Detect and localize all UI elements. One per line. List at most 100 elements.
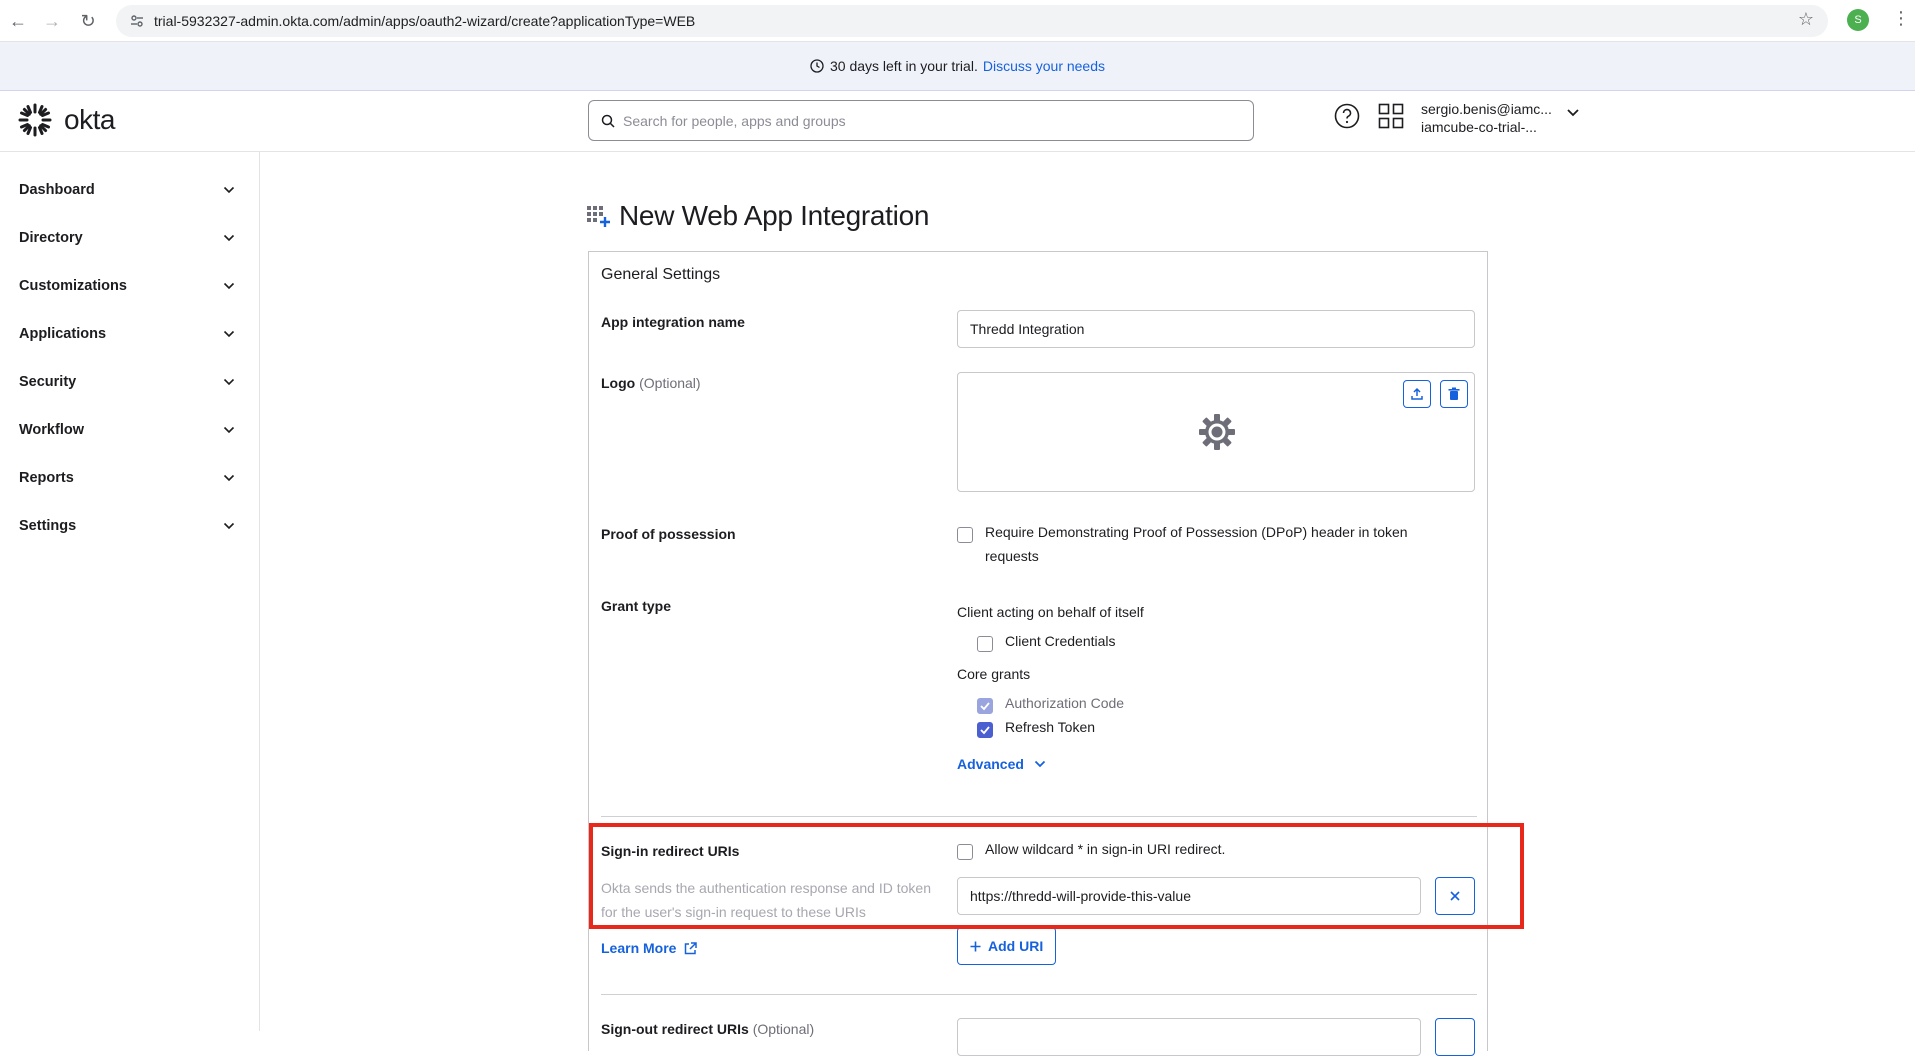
gear-icon: [1199, 414, 1235, 450]
signin-redirect-label: Sign-in redirect URIs: [601, 843, 740, 859]
remove-signout-uri-button[interactable]: [1435, 1018, 1475, 1056]
upload-logo-button[interactable]: [1403, 380, 1431, 408]
bookmark-star-icon[interactable]: ☆: [1798, 9, 1814, 30]
okta-sunburst-icon: [18, 103, 52, 137]
sidebar-item-label: Dashboard: [19, 182, 95, 198]
optional-tag: (Optional): [752, 1021, 815, 1037]
chevron-down-icon: [223, 186, 235, 194]
refresh-token-label: Refresh Token: [1005, 719, 1096, 735]
wildcard-checkbox-label: Allow wildcard * in sign-in URI redirect…: [985, 841, 1226, 857]
page-title: New Web App Integration: [619, 200, 930, 231]
signout-uri-input[interactable]: [957, 1018, 1421, 1056]
signout-redirect-label: Sign-out redirect URIs (Optional): [601, 1021, 814, 1037]
app-switcher-icon[interactable]: [1378, 103, 1404, 129]
add-uri-label: Add URI: [988, 938, 1044, 954]
sidebar-item-dashboard[interactable]: Dashboard: [0, 166, 259, 214]
back-icon[interactable]: ←: [0, 3, 36, 39]
dpop-checkbox[interactable]: [957, 527, 973, 543]
external-link-icon: [685, 941, 698, 954]
client-credentials-label: Client Credentials: [1005, 633, 1116, 649]
sidebar-item-reports[interactable]: Reports: [0, 454, 259, 502]
section-divider: [601, 816, 1477, 817]
url-text: trial-5932327-admin.okta.com/admin/apps/…: [154, 13, 696, 29]
top-header: okta sergio.benis@iamc... iamcube-co-tri…: [0, 91, 1915, 152]
checkmark-icon: [980, 702, 990, 711]
remove-uri-button[interactable]: [1435, 877, 1475, 915]
trial-text: 30 days left in your trial.: [829, 58, 978, 74]
search-box[interactable]: [588, 100, 1254, 141]
section-title: General Settings: [601, 266, 721, 283]
user-org: iamcube-co-trial-...: [1421, 119, 1537, 135]
advanced-toggle[interactable]: Advanced: [957, 756, 1046, 772]
grant-type-label: Grant type: [601, 598, 672, 614]
site-settings-icon[interactable]: [130, 14, 144, 28]
search-input[interactable]: [623, 112, 1223, 129]
sidebar-item-label: Reports: [19, 470, 74, 486]
user-email: sergio.benis@iamc...: [1421, 101, 1552, 117]
sidebar-item-label: Applications: [19, 326, 107, 342]
sidebar-nav: Dashboard Directory Customizations Appli…: [0, 152, 260, 1031]
browser-profile-avatar[interactable]: S: [1847, 9, 1869, 31]
trash-icon: [1448, 387, 1460, 400]
delete-logo-button[interactable]: [1440, 380, 1468, 408]
plus-icon: [970, 941, 981, 951]
general-settings-card: General Settings App integration name Lo…: [588, 251, 1488, 1056]
user-menu[interactable]: sergio.benis@iamc... iamcube-co-trial-..…: [1421, 100, 1552, 136]
logo-label-text: Logo: [601, 375, 636, 391]
core-grants-heading: Core grants: [957, 666, 1031, 682]
sidebar-item-applications[interactable]: Applications: [0, 310, 259, 358]
forward-icon[interactable]: →: [34, 3, 70, 39]
sidebar-item-label: Workflow: [19, 422, 84, 438]
signin-uri-input[interactable]: [957, 877, 1421, 915]
sidebar-item-directory[interactable]: Directory: [0, 214, 259, 262]
chevron-down-icon: [223, 522, 235, 530]
chevron-down-icon: [223, 426, 235, 434]
add-uri-button[interactable]: Add URI: [957, 927, 1057, 965]
trial-banner: 30 days left in your trial. Discuss your…: [0, 42, 1915, 91]
upload-icon: [1411, 387, 1423, 400]
discuss-needs-link[interactable]: Discuss your needs: [983, 58, 1105, 74]
sidebar-item-label: Directory: [19, 230, 83, 246]
authorization-code-label: Authorization Code: [1005, 695, 1125, 711]
sidebar-item-security[interactable]: Security: [0, 358, 259, 406]
logo-wordmark: okta: [64, 104, 115, 135]
app-name-input[interactable]: [957, 310, 1475, 348]
chevron-down-icon[interactable]: [1566, 108, 1580, 118]
chevron-down-icon: [223, 234, 235, 242]
sidebar-item-label: Security: [19, 374, 77, 390]
checkmark-icon: [980, 726, 990, 735]
sidebar-item-settings[interactable]: Settings: [0, 502, 259, 550]
optional-tag: (Optional): [639, 375, 701, 391]
add-app-grid-icon: [587, 206, 610, 227]
signin-redirect-description: Okta sends the authentication response a…: [601, 880, 931, 920]
signout-redirect-label-text: Sign-out redirect URIs: [601, 1021, 749, 1037]
browser-menu-icon[interactable]: ⋮: [1892, 8, 1910, 29]
client-credentials-checkbox[interactable]: [977, 636, 993, 652]
logo-label: Logo (Optional): [601, 375, 701, 391]
chevron-down-icon: [223, 330, 235, 338]
address-bar[interactable]: trial-5932327-admin.okta.com/admin/apps/…: [116, 5, 1828, 37]
section-divider: [601, 994, 1477, 995]
dpop-checkbox-label: Require Demonstrating Proof of Possessio…: [985, 524, 1408, 564]
learn-more-label: Learn More: [601, 940, 677, 956]
refresh-token-checkbox[interactable]: [977, 722, 993, 738]
pop-label: Proof of possession: [601, 526, 736, 542]
grant-self-heading: Client acting on behalf of itself: [957, 604, 1144, 620]
sidebar-item-label: Settings: [19, 518, 77, 534]
chevron-down-icon: [223, 378, 235, 386]
help-icon[interactable]: [1334, 103, 1360, 129]
logo-upload-area[interactable]: [957, 372, 1475, 492]
sidebar-item-workflow[interactable]: Workflow: [0, 406, 259, 454]
authorization-code-checkbox: [977, 698, 993, 714]
sidebar-item-customizations[interactable]: Customizations: [0, 262, 259, 310]
wildcard-checkbox[interactable]: [957, 844, 973, 860]
reload-icon[interactable]: ↻: [70, 3, 106, 39]
learn-more-link[interactable]: Learn More: [601, 940, 698, 956]
sidebar-item-label: Customizations: [19, 278, 127, 294]
app-name-label: App integration name: [601, 314, 745, 330]
chevron-down-icon: [1034, 760, 1046, 768]
chevron-down-icon: [223, 474, 235, 482]
search-icon: [601, 114, 615, 128]
okta-logo[interactable]: okta: [18, 103, 115, 137]
clock-icon: [810, 59, 824, 73]
